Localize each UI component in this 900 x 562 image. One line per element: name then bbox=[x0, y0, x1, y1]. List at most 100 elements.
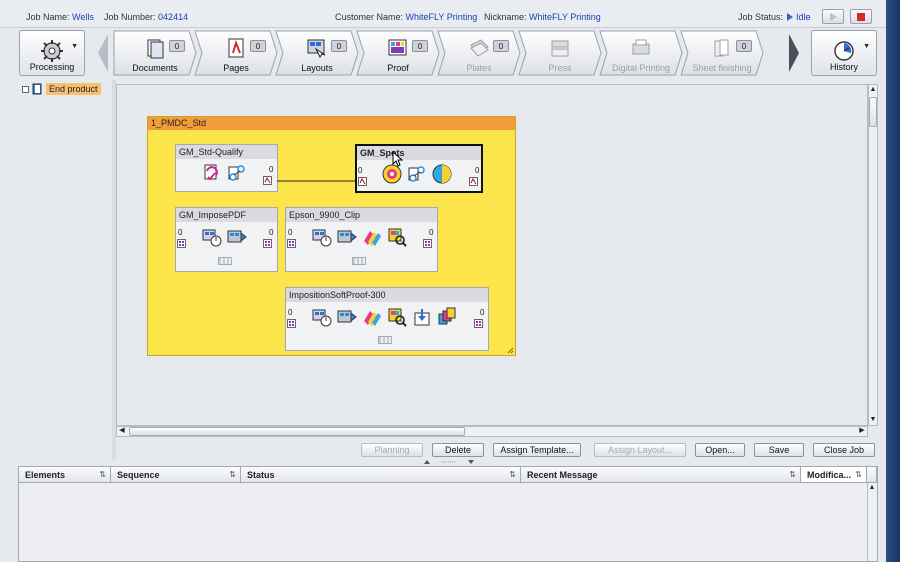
planning-button[interactable]: Planning bbox=[361, 443, 423, 457]
start-job-button[interactable] bbox=[822, 9, 844, 24]
job-status-label: Job Status: bbox=[738, 12, 784, 22]
column-recent-message[interactable]: Recent Message ⇅ bbox=[521, 467, 801, 483]
layouts-icon bbox=[307, 39, 326, 58]
pdf-output-port-icon[interactable] bbox=[469, 177, 478, 186]
stage-count-badge: 0 bbox=[736, 40, 752, 52]
proof-icon bbox=[388, 228, 407, 247]
grid-icon bbox=[378, 336, 392, 344]
table-vertical-scrollbar[interactable]: ▲ bbox=[867, 483, 877, 561]
pages-icon bbox=[228, 38, 244, 58]
job-status-value: Idle bbox=[796, 12, 811, 22]
output-count: 0 bbox=[269, 165, 274, 174]
scroll-down-icon[interactable]: ▼ bbox=[869, 416, 877, 424]
sort-icon[interactable]: ⇅ bbox=[509, 467, 516, 483]
layout-output-port-icon[interactable] bbox=[263, 239, 272, 248]
documents-icon bbox=[147, 39, 164, 59]
plates-icon bbox=[470, 39, 489, 57]
column-modification[interactable]: Modifica... ⇅ bbox=[801, 467, 867, 483]
history-button[interactable]: ▼ History bbox=[811, 30, 877, 76]
output-count: 0 bbox=[269, 228, 274, 237]
elements-table[interactable]: Elements ⇅ Sequence ⇅ Status ⇅ Recent Messa… bbox=[18, 466, 878, 562]
layout-output-port-icon[interactable] bbox=[474, 319, 483, 328]
proof-icon bbox=[388, 308, 407, 327]
stage-plates-button[interactable]: 0 Plates bbox=[437, 30, 521, 76]
vertical-scroll-thumb[interactable] bbox=[869, 97, 877, 127]
column-chooser-icon[interactable] bbox=[867, 467, 877, 483]
canvas-horizontal-scrollbar[interactable]: ◀ ▶ bbox=[116, 426, 868, 437]
processing-button[interactable]: ▼ Processing bbox=[19, 30, 85, 76]
nickname-value: WhiteFLY Printing bbox=[529, 12, 601, 22]
output-pdf-icon bbox=[227, 230, 247, 243]
customer-label: Customer Name: bbox=[335, 12, 404, 22]
scroll-left-icon[interactable]: ◀ bbox=[118, 427, 126, 435]
scroll-up-icon[interactable]: ▲ bbox=[869, 86, 877, 94]
job-number-value: 042414 bbox=[158, 12, 189, 22]
template-imposition-softproof-300[interactable]: ImpositionSoftProof-300 0 0 bbox=[285, 287, 489, 351]
resize-grip-icon[interactable] bbox=[507, 347, 514, 354]
pdf-input-port-icon[interactable] bbox=[358, 177, 367, 186]
layout-input-port-icon[interactable] bbox=[287, 319, 296, 328]
layout-input-port-icon[interactable] bbox=[177, 239, 186, 248]
sort-icon[interactable]: ⇅ bbox=[789, 467, 796, 483]
process-group[interactable]: 1_PMDC_Std GM_Std-Qualify 0 GM_Spots 0 0 bbox=[147, 116, 516, 356]
stage-press-button[interactable]: Press bbox=[518, 30, 602, 76]
stage-count-badge: 0 bbox=[493, 40, 509, 52]
stage-digital-printing-button[interactable]: Digital Printing bbox=[599, 30, 683, 76]
tree-expand-icon[interactable] bbox=[22, 85, 29, 93]
assign-layout-button[interactable]: Assign Layout... bbox=[594, 443, 686, 457]
stage-count-badge: 0 bbox=[169, 40, 185, 52]
scroll-right-icon[interactable]: ▶ bbox=[858, 427, 866, 435]
template-title: GM_Std-Qualify bbox=[176, 145, 277, 159]
process-canvas[interactable]: 1_PMDC_Std GM_Std-Qualify 0 GM_Spots 0 0 bbox=[116, 84, 868, 426]
stage-label: Pages bbox=[223, 63, 249, 73]
preflight-icon bbox=[204, 164, 218, 181]
template-gm-imposepdf[interactable]: GM_ImposePDF 0 0 bbox=[175, 207, 278, 272]
stage-count-badge: 0 bbox=[250, 40, 266, 52]
delete-button[interactable]: Delete bbox=[432, 443, 484, 457]
stage-layouts-button[interactable]: 0 Layouts bbox=[275, 30, 359, 76]
job-name-field: Job Name: Wells bbox=[26, 12, 94, 22]
template-gm-spots[interactable]: GM_Spots 0 0 bbox=[355, 144, 483, 193]
pdf-output-port-icon[interactable] bbox=[263, 176, 272, 185]
job-number-field: Job Number: 042414 bbox=[104, 12, 188, 22]
job-tree: End product bbox=[18, 80, 112, 460]
canvas-vertical-scrollbar[interactable]: ▲ ▼ bbox=[868, 84, 878, 426]
template-epson-9900-clip[interactable]: Epson_9900_Clip 0 0 bbox=[285, 207, 438, 272]
stage-pages-button[interactable]: 0 Pages bbox=[194, 30, 278, 76]
layout-output-port-icon[interactable] bbox=[423, 239, 432, 248]
mouse-cursor-icon bbox=[392, 151, 404, 167]
sort-icon[interactable]: ⇅ bbox=[99, 467, 106, 483]
input-count: 0 bbox=[288, 228, 293, 237]
sort-icon[interactable]: ⇅ bbox=[855, 467, 862, 483]
assign-template-button[interactable]: Assign Template... bbox=[493, 443, 581, 457]
history-label: History bbox=[829, 62, 858, 72]
layout-input-port-icon[interactable] bbox=[287, 239, 296, 248]
workflow-toolbar: ▼ Processing 0 Documents 0 Pages 0 Layouts 0 Pr… bbox=[0, 28, 886, 80]
stage-proof-button[interactable]: 0 Proof bbox=[356, 30, 440, 76]
close-job-button[interactable]: Close Job bbox=[813, 443, 875, 457]
column-status[interactable]: Status ⇅ bbox=[241, 467, 521, 483]
output-pdf-icon bbox=[337, 230, 357, 243]
customer-value: WhiteFLY Printing bbox=[405, 12, 478, 22]
output-count: 0 bbox=[480, 308, 485, 317]
process-group-title: 1_PMDC_Std bbox=[148, 117, 515, 130]
tree-label: End product bbox=[46, 83, 101, 95]
save-button[interactable]: Save bbox=[754, 443, 804, 457]
stage-sheet-finishing-button[interactable]: 0 Sheet finishing bbox=[680, 30, 764, 76]
open-button[interactable]: Open... bbox=[695, 443, 745, 457]
column-label: Status bbox=[247, 470, 275, 480]
tree-item-end-product[interactable]: End product bbox=[22, 82, 101, 96]
scroll-up-icon[interactable]: ▲ bbox=[868, 484, 876, 492]
stop-job-button[interactable] bbox=[850, 9, 872, 24]
scroll-left-arrow-icon[interactable] bbox=[96, 32, 110, 74]
stage-documents-button[interactable]: 0 Documents bbox=[113, 30, 197, 76]
horizontal-scroll-thumb[interactable] bbox=[129, 427, 465, 436]
stage-label: Layouts bbox=[301, 63, 333, 73]
sort-icon[interactable]: ⇅ bbox=[229, 467, 236, 483]
scroll-right-arrow-icon[interactable] bbox=[787, 32, 801, 74]
split-handle-icon[interactable] bbox=[422, 459, 476, 465]
column-elements[interactable]: Elements ⇅ bbox=[19, 467, 111, 483]
color-bars-icon bbox=[364, 231, 381, 246]
template-gm-std-qualify[interactable]: GM_Std-Qualify 0 bbox=[175, 144, 278, 192]
column-sequence[interactable]: Sequence ⇅ bbox=[111, 467, 241, 483]
